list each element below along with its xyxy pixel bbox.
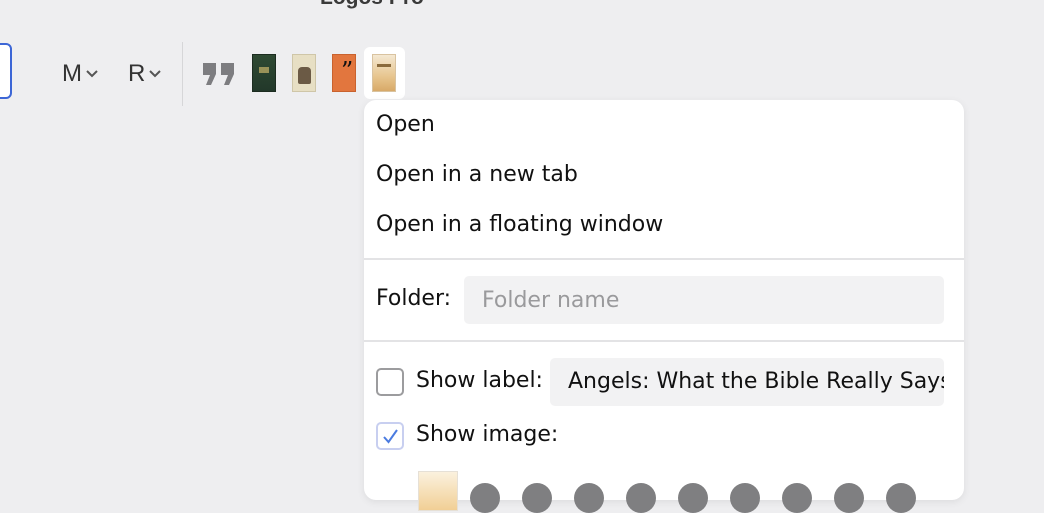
show-label-label: Show label: [416,368,543,393]
image-option-icon[interactable] [522,483,552,513]
show-image-checkbox[interactable] [376,422,404,450]
show-label-checkbox[interactable] [376,368,404,396]
image-option-icon[interactable] [626,483,656,513]
chevron-down-icon [149,70,162,78]
chevron-down-icon [86,70,98,78]
image-option-icon[interactable] [574,483,604,513]
image-option-icon[interactable] [470,483,500,513]
book-cover-icon[interactable] [252,54,276,92]
menu-item-open-new-tab[interactable]: Open in a new tab [376,162,578,187]
label-text-input[interactable]: Angels: What the Bible Really Says [550,358,944,406]
book-cover-icon [372,54,396,92]
image-option-icon[interactable] [782,483,812,513]
menu-divider [364,340,964,342]
menu-item-open-floating-window[interactable]: Open in a floating window [376,212,663,237]
image-option-icon[interactable] [678,483,708,513]
menu-r-button[interactable]: R [128,60,162,88]
menu-m-button[interactable]: M [62,60,99,88]
folder-label: Folder: [376,286,452,311]
book-cover-icon[interactable] [292,54,316,92]
image-option-icon[interactable] [730,483,760,513]
search-input[interactable] [0,43,12,99]
book-cover-icon[interactable] [332,54,356,92]
quote-icon[interactable] [202,62,236,86]
app-title: Logos Pro [320,0,424,10]
image-thumbnail[interactable] [418,471,458,511]
menu-item-open[interactable]: Open [376,112,435,137]
toolbar-divider [182,42,183,106]
shortcut-context-menu: Open Open in a new tab Open in a floatin… [364,100,964,513]
checkmark-icon [383,429,398,444]
menu-r-label: R [128,60,146,87]
show-image-label: Show image: [416,422,559,447]
folder-name-input[interactable] [464,276,944,324]
menu-m-label: M [62,60,82,87]
menu-divider [364,258,964,260]
image-option-icon[interactable] [834,483,864,513]
image-option-icon[interactable] [886,483,916,513]
selected-book-shortcut[interactable] [364,47,405,99]
